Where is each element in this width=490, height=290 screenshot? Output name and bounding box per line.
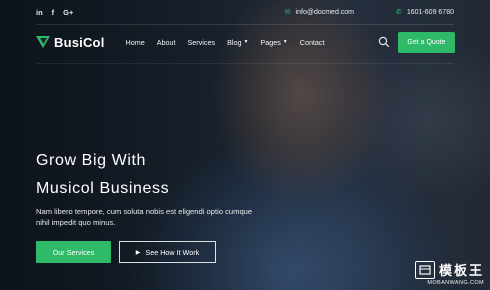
phone-contact[interactable]: ✆ 1601-609 6780 bbox=[396, 8, 454, 17]
logo-icon bbox=[36, 36, 50, 48]
search-icon[interactable] bbox=[378, 36, 390, 48]
nav-item-label: About bbox=[156, 37, 176, 47]
hero-title: Grow Big With Musicol Business bbox=[36, 147, 169, 203]
linkedin-icon[interactable]: in bbox=[36, 8, 43, 17]
phone-text: 1601-609 6780 bbox=[406, 8, 454, 16]
nav-item-label: Services bbox=[187, 37, 216, 47]
google-plus-icon[interactable]: G+ bbox=[63, 8, 73, 17]
envelope-icon: ✉ bbox=[284, 9, 291, 16]
hero-title-line-2: Musicol Business bbox=[36, 180, 170, 197]
nav-item-contact[interactable]: Contact bbox=[300, 38, 325, 47]
site-watermark: 模板王 MOBANWANG.COM bbox=[414, 260, 484, 286]
phone-icon: ✆ bbox=[396, 9, 402, 16]
see-how-label: See How It Work bbox=[145, 247, 200, 257]
hero-description: Nam libero tempore, cum soluta nobis est… bbox=[36, 207, 253, 227]
nav-item-about[interactable]: About bbox=[157, 38, 176, 47]
logo-text: BusiCol bbox=[54, 34, 105, 50]
watermark-chinese-text: 模板王 bbox=[438, 263, 484, 278]
get-quote-button[interactable]: Get a Quote bbox=[398, 31, 455, 53]
email-contact[interactable]: ✉ info@docmed.com bbox=[284, 8, 355, 17]
contact-info: ✉ info@docmed.com ✆ 1601-609 6780 bbox=[284, 8, 454, 17]
nav-menu: Home About Services Blog ▼ Pages ▼ Contact bbox=[126, 38, 325, 47]
logo[interactable]: BusiCol bbox=[36, 35, 105, 50]
nav-item-pages[interactable]: Pages ▼ bbox=[260, 38, 287, 47]
facebook-icon[interactable]: f bbox=[52, 8, 55, 17]
see-how-it-works-button[interactable]: ▶ See How It Work bbox=[119, 241, 216, 263]
watermark-logo-icon bbox=[414, 260, 435, 279]
watermark-url: MOBANWANG.COM bbox=[427, 280, 484, 286]
topbar-divider bbox=[36, 24, 454, 25]
nav-item-label: Blog bbox=[227, 37, 242, 47]
chevron-down-icon: ▼ bbox=[243, 39, 249, 45]
our-services-button[interactable]: Our Services bbox=[36, 241, 111, 263]
nav-item-blog[interactable]: Blog ▼ bbox=[227, 38, 248, 47]
chevron-down-icon: ▼ bbox=[282, 39, 288, 45]
email-text: info@docmed.com bbox=[295, 8, 355, 16]
nav-item-label: Pages bbox=[260, 37, 281, 47]
social-links: in f G+ bbox=[36, 8, 73, 17]
main-navbar: BusiCol Home About Services Blog ▼ Pages ▼… bbox=[36, 31, 455, 53]
top-bar: in f G+ ✉ info@docmed.com ✆ 1601-609 678… bbox=[0, 0, 490, 24]
nav-item-label: Contact bbox=[299, 37, 325, 47]
nav-divider bbox=[36, 63, 454, 64]
hero-title-line-1: Grow Big With bbox=[36, 152, 147, 169]
watermark-row: 模板王 bbox=[414, 260, 484, 279]
nav-item-home[interactable]: Home bbox=[126, 38, 145, 47]
play-icon: ▶ bbox=[135, 249, 141, 256]
nav-item-services[interactable]: Services bbox=[188, 38, 216, 47]
nav-item-label: Home bbox=[125, 37, 145, 47]
